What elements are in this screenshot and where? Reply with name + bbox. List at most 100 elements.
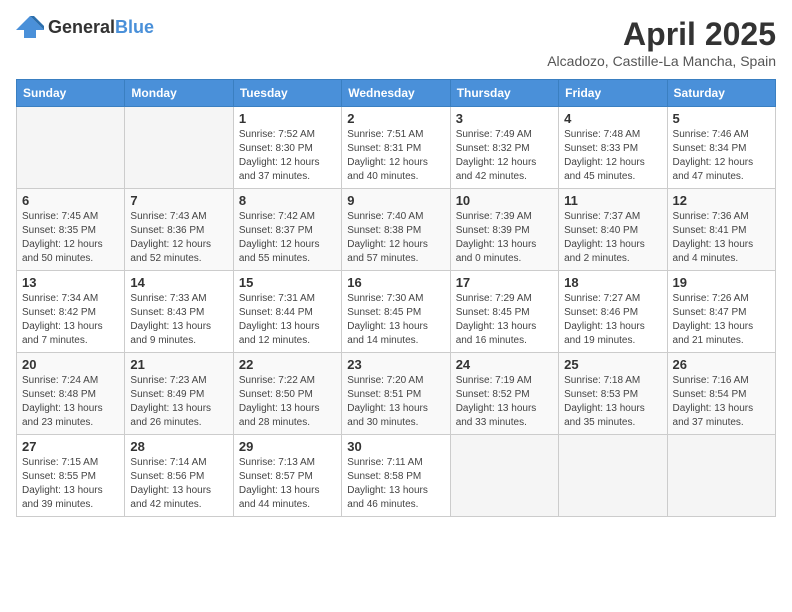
day-info: Sunrise: 7:16 AM Sunset: 8:54 PM Dayligh… <box>673 374 770 430</box>
day-number: 4 <box>564 111 661 126</box>
day-info: Sunrise: 7:29 AM Sunset: 8:45 PM Dayligh… <box>456 292 553 348</box>
calendar-header-thursday: Thursday <box>450 80 558 107</box>
month-title: April 2025 <box>547 16 776 53</box>
day-info: Sunrise: 7:51 AM Sunset: 8:31 PM Dayligh… <box>347 128 444 184</box>
calendar-cell: 14 Sunrise: 7:33 AM Sunset: 8:43 PM Dayli… <box>125 271 233 353</box>
calendar-cell: 5 Sunrise: 7:46 AM Sunset: 8:34 PM Daylig… <box>667 107 775 189</box>
day-number: 19 <box>673 275 770 290</box>
day-number: 6 <box>22 193 119 208</box>
day-number: 18 <box>564 275 661 290</box>
day-number: 11 <box>564 193 661 208</box>
day-info: Sunrise: 7:45 AM Sunset: 8:35 PM Dayligh… <box>22 210 119 266</box>
calendar-cell: 6 Sunrise: 7:45 AM Sunset: 8:35 PM Daylig… <box>17 189 125 271</box>
calendar-cell: 27 Sunrise: 7:15 AM Sunset: 8:55 PM Dayli… <box>17 435 125 517</box>
calendar-cell: 28 Sunrise: 7:14 AM Sunset: 8:56 PM Dayli… <box>125 435 233 517</box>
day-info: Sunrise: 7:18 AM Sunset: 8:53 PM Dayligh… <box>564 374 661 430</box>
calendar-cell: 1 Sunrise: 7:52 AM Sunset: 8:30 PM Daylig… <box>233 107 341 189</box>
day-number: 29 <box>239 439 336 454</box>
calendar-cell: 4 Sunrise: 7:48 AM Sunset: 8:33 PM Daylig… <box>559 107 667 189</box>
day-info: Sunrise: 7:19 AM Sunset: 8:52 PM Dayligh… <box>456 374 553 430</box>
day-info: Sunrise: 7:43 AM Sunset: 8:36 PM Dayligh… <box>130 210 227 266</box>
calendar-cell: 18 Sunrise: 7:27 AM Sunset: 8:46 PM Dayli… <box>559 271 667 353</box>
calendar-cell <box>17 107 125 189</box>
calendar-cell: 11 Sunrise: 7:37 AM Sunset: 8:40 PM Dayli… <box>559 189 667 271</box>
day-number: 5 <box>673 111 770 126</box>
day-number: 10 <box>456 193 553 208</box>
day-number: 22 <box>239 357 336 372</box>
day-number: 15 <box>239 275 336 290</box>
day-info: Sunrise: 7:37 AM Sunset: 8:40 PM Dayligh… <box>564 210 661 266</box>
day-info: Sunrise: 7:31 AM Sunset: 8:44 PM Dayligh… <box>239 292 336 348</box>
calendar-header-monday: Monday <box>125 80 233 107</box>
calendar-week-row: 1 Sunrise: 7:52 AM Sunset: 8:30 PM Daylig… <box>17 107 776 189</box>
calendar-cell <box>450 435 558 517</box>
day-info: Sunrise: 7:24 AM Sunset: 8:48 PM Dayligh… <box>22 374 119 430</box>
calendar-cell: 8Sunrise: 7:42 AM Sunset: 8:37 PM Daylig… <box>233 189 341 271</box>
day-info: Sunrise: 7:27 AM Sunset: 8:46 PM Dayligh… <box>564 292 661 348</box>
day-number: 14 <box>130 275 227 290</box>
day-number: 13 <box>22 275 119 290</box>
day-number: 7 <box>130 193 227 208</box>
calendar-cell: 2 Sunrise: 7:51 AM Sunset: 8:31 PM Daylig… <box>342 107 450 189</box>
logo-text: GeneralBlue <box>48 17 154 38</box>
day-info: Sunrise: 7:30 AM Sunset: 8:45 PM Dayligh… <box>347 292 444 348</box>
day-number: 1 <box>239 111 336 126</box>
day-number: 21 <box>130 357 227 372</box>
day-number: 24 <box>456 357 553 372</box>
calendar-cell: 24 Sunrise: 7:19 AM Sunset: 8:52 PM Dayli… <box>450 353 558 435</box>
calendar-cell <box>125 107 233 189</box>
day-number: 9 <box>347 193 444 208</box>
day-number: 2 <box>347 111 444 126</box>
calendar-cell: 25Sunrise: 7:18 AM Sunset: 8:53 PM Dayli… <box>559 353 667 435</box>
day-info: Sunrise: 7:48 AM Sunset: 8:33 PM Dayligh… <box>564 128 661 184</box>
calendar-table: SundayMondayTuesdayWednesdayThursdayFrid… <box>16 79 776 517</box>
calendar-header-row: SundayMondayTuesdayWednesdayThursdayFrid… <box>17 80 776 107</box>
day-info: Sunrise: 7:14 AM Sunset: 8:56 PM Dayligh… <box>130 456 227 512</box>
day-info: Sunrise: 7:20 AM Sunset: 8:51 PM Dayligh… <box>347 374 444 430</box>
calendar-cell: 22 Sunrise: 7:22 AM Sunset: 8:50 PM Dayli… <box>233 353 341 435</box>
day-info: Sunrise: 7:22 AM Sunset: 8:50 PM Dayligh… <box>239 374 336 430</box>
day-number: 12 <box>673 193 770 208</box>
logo-icon <box>16 16 44 38</box>
day-info: Sunrise: 7:11 AM Sunset: 8:58 PM Dayligh… <box>347 456 444 512</box>
day-number: 23 <box>347 357 444 372</box>
day-number: 8 <box>239 193 336 208</box>
day-info: Sunrise: 7:49 AM Sunset: 8:32 PM Dayligh… <box>456 128 553 184</box>
day-number: 26 <box>673 357 770 372</box>
calendar-week-row: 13 Sunrise: 7:34 AM Sunset: 8:42 PM Dayli… <box>17 271 776 353</box>
calendar-cell: 17 Sunrise: 7:29 AM Sunset: 8:45 PM Dayli… <box>450 271 558 353</box>
day-number: 16 <box>347 275 444 290</box>
day-info: Sunrise: 7:13 AM Sunset: 8:57 PM Dayligh… <box>239 456 336 512</box>
day-number: 28 <box>130 439 227 454</box>
day-info: Sunrise: 7:26 AM Sunset: 8:47 PM Dayligh… <box>673 292 770 348</box>
calendar-cell: 13 Sunrise: 7:34 AM Sunset: 8:42 PM Dayli… <box>17 271 125 353</box>
day-number: 20 <box>22 357 119 372</box>
calendar-cell: 21 Sunrise: 7:23 AM Sunset: 8:49 PM Dayli… <box>125 353 233 435</box>
day-info: Sunrise: 7:23 AM Sunset: 8:49 PM Dayligh… <box>130 374 227 430</box>
calendar-cell: 26 Sunrise: 7:16 AM Sunset: 8:54 PM Dayli… <box>667 353 775 435</box>
day-info: Sunrise: 7:33 AM Sunset: 8:43 PM Dayligh… <box>130 292 227 348</box>
calendar-week-row: 27 Sunrise: 7:15 AM Sunset: 8:55 PM Dayli… <box>17 435 776 517</box>
day-info: Sunrise: 7:15 AM Sunset: 8:55 PM Dayligh… <box>22 456 119 512</box>
calendar-cell <box>559 435 667 517</box>
calendar-cell: 19 Sunrise: 7:26 AM Sunset: 8:47 PM Dayli… <box>667 271 775 353</box>
calendar-header-wednesday: Wednesday <box>342 80 450 107</box>
calendar-header-saturday: Saturday <box>667 80 775 107</box>
calendar-header-sunday: Sunday <box>17 80 125 107</box>
day-info: Sunrise: 7:52 AM Sunset: 8:30 PM Dayligh… <box>239 128 336 184</box>
calendar-week-row: 6 Sunrise: 7:45 AM Sunset: 8:35 PM Daylig… <box>17 189 776 271</box>
calendar-header-friday: Friday <box>559 80 667 107</box>
day-number: 27 <box>22 439 119 454</box>
day-info: Sunrise: 7:46 AM Sunset: 8:34 PM Dayligh… <box>673 128 770 184</box>
day-number: 17 <box>456 275 553 290</box>
calendar-cell: 10 Sunrise: 7:39 AM Sunset: 8:39 PM Dayli… <box>450 189 558 271</box>
day-info: Sunrise: 7:39 AM Sunset: 8:39 PM Dayligh… <box>456 210 553 266</box>
day-info: Sunrise: 7:34 AM Sunset: 8:42 PM Dayligh… <box>22 292 119 348</box>
calendar-cell: 20 Sunrise: 7:24 AM Sunset: 8:48 PM Dayli… <box>17 353 125 435</box>
day-info: Sunrise: 7:40 AM Sunset: 8:38 PM Dayligh… <box>347 210 444 266</box>
calendar-cell: 23 Sunrise: 7:20 AM Sunset: 8:51 PM Dayli… <box>342 353 450 435</box>
calendar-header-tuesday: Tuesday <box>233 80 341 107</box>
calendar-cell: 12Sunrise: 7:36 AM Sunset: 8:41 PM Dayli… <box>667 189 775 271</box>
calendar-cell <box>667 435 775 517</box>
page-header: GeneralBlue April 2025 Alcadozo, Castill… <box>16 16 776 69</box>
